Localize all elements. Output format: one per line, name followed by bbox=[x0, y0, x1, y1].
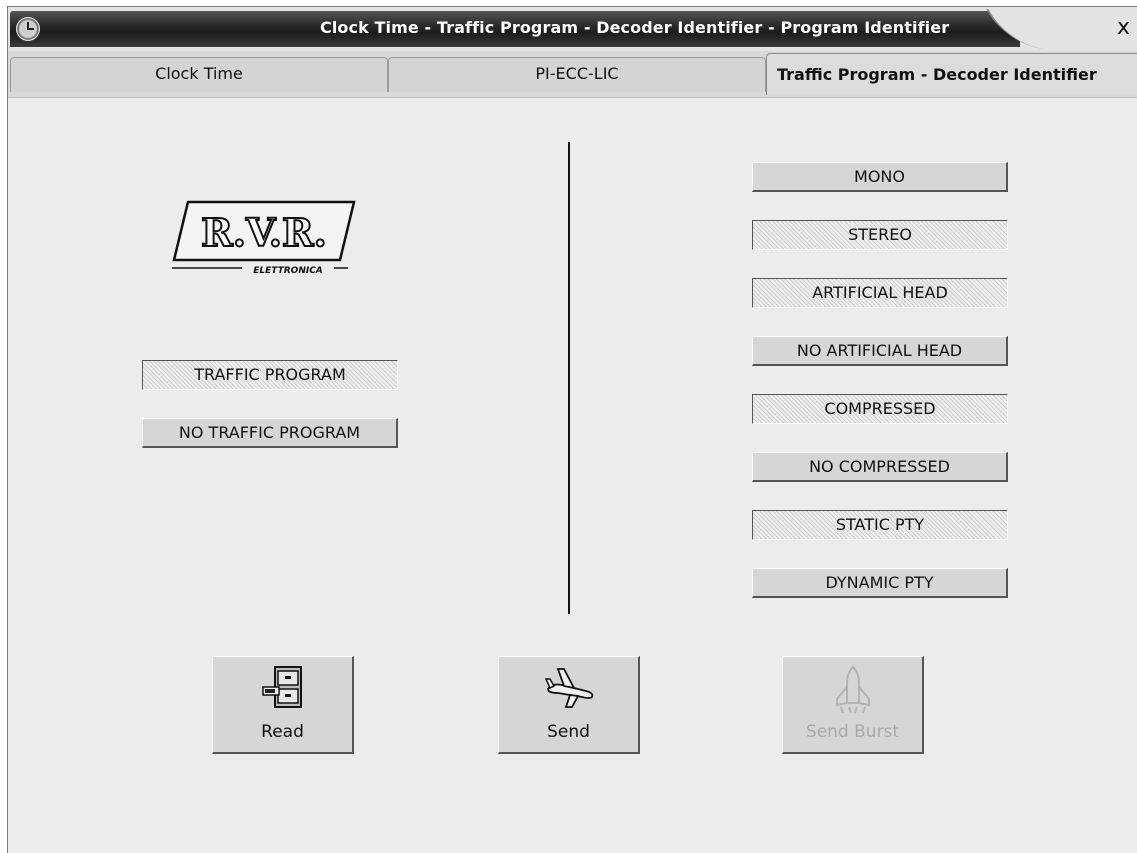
dynamic-pty-toggle[interactable]: DYNAMIC PTY bbox=[752, 568, 1008, 598]
mono-toggle[interactable]: MONO bbox=[752, 162, 1008, 192]
stereo-toggle[interactable]: STEREO bbox=[752, 220, 1008, 250]
tab-pi-ecc-lic[interactable]: PI-ECC-LIC bbox=[388, 57, 766, 92]
artificial-head-toggle[interactable]: ARTIFICIAL HEAD bbox=[752, 278, 1008, 308]
tab-strip: Clock Time PI-ECC-LIC Traffic Program - … bbox=[8, 53, 1137, 99]
title-bar: Clock Time - Traffic Program - Decoder I… bbox=[8, 7, 1137, 51]
window-title: Clock Time - Traffic Program - Decoder I… bbox=[320, 18, 950, 37]
static-pty-toggle[interactable]: STATIC PTY bbox=[752, 510, 1008, 540]
svg-text:ELETTRONICA: ELETTRONICA bbox=[253, 266, 323, 276]
send-button[interactable]: Send bbox=[498, 656, 640, 754]
vertical-divider bbox=[568, 142, 570, 614]
send-label: Send bbox=[547, 722, 590, 742]
no-compressed-toggle[interactable]: NO COMPRESSED bbox=[752, 452, 1008, 482]
tab-traffic-program-decoder-identifier[interactable]: Traffic Program - Decoder Identifier bbox=[766, 53, 1137, 95]
airplane-icon bbox=[544, 668, 593, 708]
tab-panel: R.V.R. ELETTRONICA TRAFFIC PROGRAM NO TR… bbox=[8, 97, 1137, 853]
traffic-program-toggle[interactable]: TRAFFIC PROGRAM bbox=[142, 360, 398, 390]
compressed-toggle[interactable]: COMPRESSED bbox=[752, 394, 1008, 424]
send-burst-button[interactable]: Send Burst bbox=[782, 656, 924, 754]
svg-text:R.V.R.: R.V.R. bbox=[201, 210, 327, 255]
read-button[interactable]: Read bbox=[212, 656, 354, 754]
close-icon[interactable]: x bbox=[1117, 15, 1130, 40]
no-artificial-head-toggle[interactable]: NO ARTIFICIAL HEAD bbox=[752, 336, 1008, 366]
rvr-logo: R.V.R. ELETTRONICA bbox=[172, 200, 356, 276]
read-label: Read bbox=[261, 722, 304, 742]
no-traffic-program-toggle[interactable]: NO TRAFFIC PROGRAM bbox=[142, 418, 398, 448]
file-cabinet-icon bbox=[261, 666, 302, 708]
space-shuttle-icon bbox=[835, 665, 870, 714]
main-window: Clock Time - Traffic Program - Decoder I… bbox=[7, 6, 1137, 853]
tab-clock-time[interactable]: Clock Time bbox=[10, 57, 388, 92]
send-burst-label: Send Burst bbox=[805, 722, 900, 742]
clock-icon bbox=[16, 17, 40, 41]
